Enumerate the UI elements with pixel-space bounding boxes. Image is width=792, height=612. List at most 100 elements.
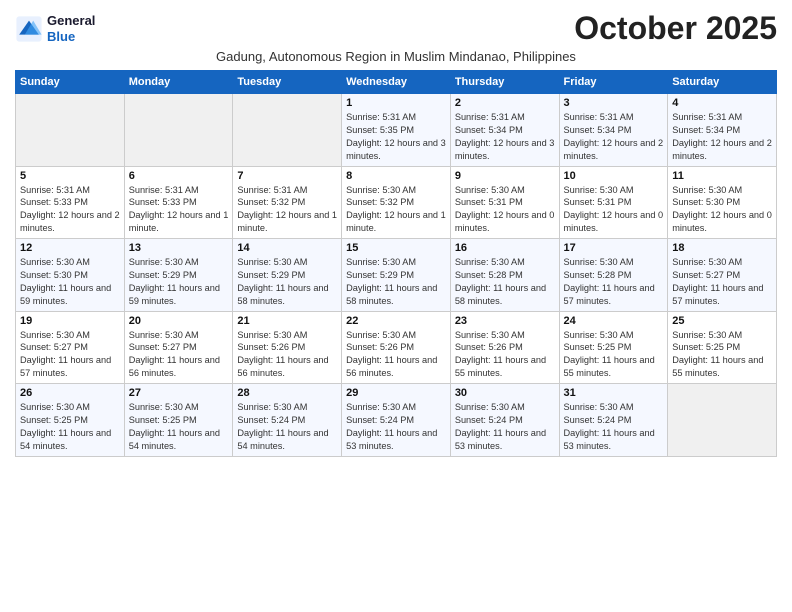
day-info: Sunrise: 5:31 AMSunset: 5:32 PMDaylight:… xyxy=(237,184,337,236)
day-of-week-friday: Friday xyxy=(559,71,668,94)
day-info: Sunrise: 5:30 AMSunset: 5:25 PMDaylight:… xyxy=(672,329,772,381)
calendar-cell: 19 Sunrise: 5:30 AMSunset: 5:27 PMDayligh… xyxy=(16,311,125,384)
day-number: 7 xyxy=(237,170,337,182)
day-number: 9 xyxy=(455,170,555,182)
calendar-cell xyxy=(233,94,342,167)
day-info: Sunrise: 5:30 AMSunset: 5:31 PMDaylight:… xyxy=(455,184,555,236)
calendar-cell: 24 Sunrise: 5:30 AMSunset: 5:25 PMDayligh… xyxy=(559,311,668,384)
day-number: 8 xyxy=(346,170,446,182)
day-number: 5 xyxy=(20,170,120,182)
day-info: Sunrise: 5:30 AMSunset: 5:25 PMDaylight:… xyxy=(564,329,664,381)
day-info: Sunrise: 5:30 AMSunset: 5:24 PMDaylight:… xyxy=(237,401,337,453)
calendar-week-row: 12Sunrise: 5:30 AMSunset: 5:30 PMDayligh… xyxy=(16,239,777,312)
day-info: Sunrise: 5:30 AMSunset: 5:27 PMDaylight:… xyxy=(129,329,229,381)
month-title: October 2025 xyxy=(574,10,777,47)
day-info: Sunrise: 5:30 AMSunset: 5:24 PMDaylight:… xyxy=(346,401,446,453)
calendar-cell: 22Sunrise: 5:30 AMSunset: 5:26 PMDayligh… xyxy=(342,311,451,384)
day-info: Sunrise: 5:30 AMSunset: 5:24 PMDaylight:… xyxy=(455,401,555,453)
day-info: Sunrise: 5:31 AMSunset: 5:34 PMDaylight:… xyxy=(564,111,664,163)
calendar-cell: 8Sunrise: 5:30 AMSunset: 5:32 PMDaylight… xyxy=(342,166,451,239)
day-info: Sunrise: 5:30 AMSunset: 5:27 PMDaylight:… xyxy=(20,329,120,381)
calendar-cell: 14Sunrise: 5:30 AMSunset: 5:29 PMDayligh… xyxy=(233,239,342,312)
day-of-week-monday: Monday xyxy=(124,71,233,94)
day-number: 4 xyxy=(672,97,772,109)
day-number: 6 xyxy=(129,170,229,182)
calendar-cell: 31 Sunrise: 5:30 AMSunset: 5:24 PMDayligh… xyxy=(559,384,668,457)
day-info: Sunrise: 5:30 AMSunset: 5:30 PMDaylight:… xyxy=(672,184,772,236)
day-number: 18 xyxy=(672,242,772,254)
calendar-cell: 28 Sunrise: 5:30 AMSunset: 5:24 PMDayligh… xyxy=(233,384,342,457)
calendar-cell: 29 Sunrise: 5:30 AMSunset: 5:24 PMDayligh… xyxy=(342,384,451,457)
calendar-cell xyxy=(668,384,777,457)
day-info: Sunrise: 5:31 AMSunset: 5:35 PMDaylight:… xyxy=(346,111,446,163)
logo: General Blue xyxy=(15,13,95,44)
calendar-cell: 6 Sunrise: 5:31 AMSunset: 5:33 PMDaylight… xyxy=(124,166,233,239)
day-number: 31 xyxy=(564,387,664,399)
day-info: Sunrise: 5:31 AMSunset: 5:34 PMDaylight:… xyxy=(672,111,772,163)
day-number: 16 xyxy=(455,242,555,254)
day-number: 24 xyxy=(564,315,664,327)
day-number: 19 xyxy=(20,315,120,327)
day-of-week-wednesday: Wednesday xyxy=(342,71,451,94)
day-number: 25 xyxy=(672,315,772,327)
day-number: 10 xyxy=(564,170,664,182)
calendar-cell: 1 Sunrise: 5:31 AMSunset: 5:35 PMDaylight… xyxy=(342,94,451,167)
logo-icon xyxy=(15,15,43,43)
calendar-cell: 5 Sunrise: 5:31 AMSunset: 5:33 PMDaylight… xyxy=(16,166,125,239)
calendar-week-row: 19 Sunrise: 5:30 AMSunset: 5:27 PMDayligh… xyxy=(16,311,777,384)
day-info: Sunrise: 5:30 AMSunset: 5:26 PMDaylight:… xyxy=(237,329,337,381)
day-number: 21 xyxy=(237,315,337,327)
day-info: Sunrise: 5:30 AMSunset: 5:25 PMDaylight:… xyxy=(129,401,229,453)
logo-line2: Blue xyxy=(47,29,75,44)
day-number: 23 xyxy=(455,315,555,327)
calendar-table: SundayMondayTuesdayWednesdayThursdayFrid… xyxy=(15,70,777,457)
day-info: Sunrise: 5:30 AMSunset: 5:27 PMDaylight:… xyxy=(672,256,772,308)
day-info: Sunrise: 5:31 AMSunset: 5:33 PMDaylight:… xyxy=(129,184,229,236)
calendar-cell: 23Sunrise: 5:30 AMSunset: 5:26 PMDayligh… xyxy=(450,311,559,384)
calendar-cell: 4 Sunrise: 5:31 AMSunset: 5:34 PMDaylight… xyxy=(668,94,777,167)
calendar-cell: 18 Sunrise: 5:30 AMSunset: 5:27 PMDayligh… xyxy=(668,239,777,312)
day-number: 15 xyxy=(346,242,446,254)
calendar-cell: 12Sunrise: 5:30 AMSunset: 5:30 PMDayligh… xyxy=(16,239,125,312)
day-number: 17 xyxy=(564,242,664,254)
calendar-header-row: SundayMondayTuesdayWednesdayThursdayFrid… xyxy=(16,71,777,94)
calendar-cell: 7 Sunrise: 5:31 AMSunset: 5:32 PMDaylight… xyxy=(233,166,342,239)
day-info: Sunrise: 5:30 AMSunset: 5:29 PMDaylight:… xyxy=(346,256,446,308)
calendar-cell: 3Sunrise: 5:31 AMSunset: 5:34 PMDaylight… xyxy=(559,94,668,167)
day-of-week-sunday: Sunday xyxy=(16,71,125,94)
calendar-cell: 21 Sunrise: 5:30 AMSunset: 5:26 PMDayligh… xyxy=(233,311,342,384)
day-of-week-saturday: Saturday xyxy=(668,71,777,94)
day-number: 2 xyxy=(455,97,555,109)
calendar-cell: 11 Sunrise: 5:30 AMSunset: 5:30 PMDayligh… xyxy=(668,166,777,239)
day-info: Sunrise: 5:30 AMSunset: 5:24 PMDaylight:… xyxy=(564,401,664,453)
day-number: 26 xyxy=(20,387,120,399)
day-number: 13 xyxy=(129,242,229,254)
calendar-cell: 27Sunrise: 5:30 AMSunset: 5:25 PMDayligh… xyxy=(124,384,233,457)
day-of-week-tuesday: Tuesday xyxy=(233,71,342,94)
day-info: Sunrise: 5:30 AMSunset: 5:28 PMDaylight:… xyxy=(455,256,555,308)
logo-text: General Blue xyxy=(47,13,95,44)
calendar-cell: 26 Sunrise: 5:30 AMSunset: 5:25 PMDayligh… xyxy=(16,384,125,457)
day-info: Sunrise: 5:30 AMSunset: 5:25 PMDaylight:… xyxy=(20,401,120,453)
day-number: 28 xyxy=(237,387,337,399)
day-info: Sunrise: 5:31 AMSunset: 5:34 PMDaylight:… xyxy=(455,111,555,163)
day-number: 29 xyxy=(346,387,446,399)
calendar-cell: 25 Sunrise: 5:30 AMSunset: 5:25 PMDayligh… xyxy=(668,311,777,384)
day-info: Sunrise: 5:30 AMSunset: 5:30 PMDaylight:… xyxy=(20,256,120,308)
day-number: 20 xyxy=(129,315,229,327)
day-number: 14 xyxy=(237,242,337,254)
day-info: Sunrise: 5:30 AMSunset: 5:31 PMDaylight:… xyxy=(564,184,664,236)
day-of-week-thursday: Thursday xyxy=(450,71,559,94)
day-info: Sunrise: 5:30 AMSunset: 5:28 PMDaylight:… xyxy=(564,256,664,308)
day-number: 1 xyxy=(346,97,446,109)
calendar-cell: 20 Sunrise: 5:30 AMSunset: 5:27 PMDayligh… xyxy=(124,311,233,384)
day-info: Sunrise: 5:31 AMSunset: 5:33 PMDaylight:… xyxy=(20,184,120,236)
day-number: 11 xyxy=(672,170,772,182)
calendar-week-row: 1 Sunrise: 5:31 AMSunset: 5:35 PMDaylight… xyxy=(16,94,777,167)
calendar-cell: 15 Sunrise: 5:30 AMSunset: 5:29 PMDayligh… xyxy=(342,239,451,312)
calendar-cell: 13Sunrise: 5:30 AMSunset: 5:29 PMDayligh… xyxy=(124,239,233,312)
calendar-cell: 2 Sunrise: 5:31 AMSunset: 5:34 PMDaylight… xyxy=(450,94,559,167)
calendar-cell: 9 Sunrise: 5:30 AMSunset: 5:31 PMDaylight… xyxy=(450,166,559,239)
page-subtitle: Gadung, Autonomous Region in Muslim Mind… xyxy=(15,49,777,64)
calendar-cell: 10 Sunrise: 5:30 AMSunset: 5:31 PMDayligh… xyxy=(559,166,668,239)
